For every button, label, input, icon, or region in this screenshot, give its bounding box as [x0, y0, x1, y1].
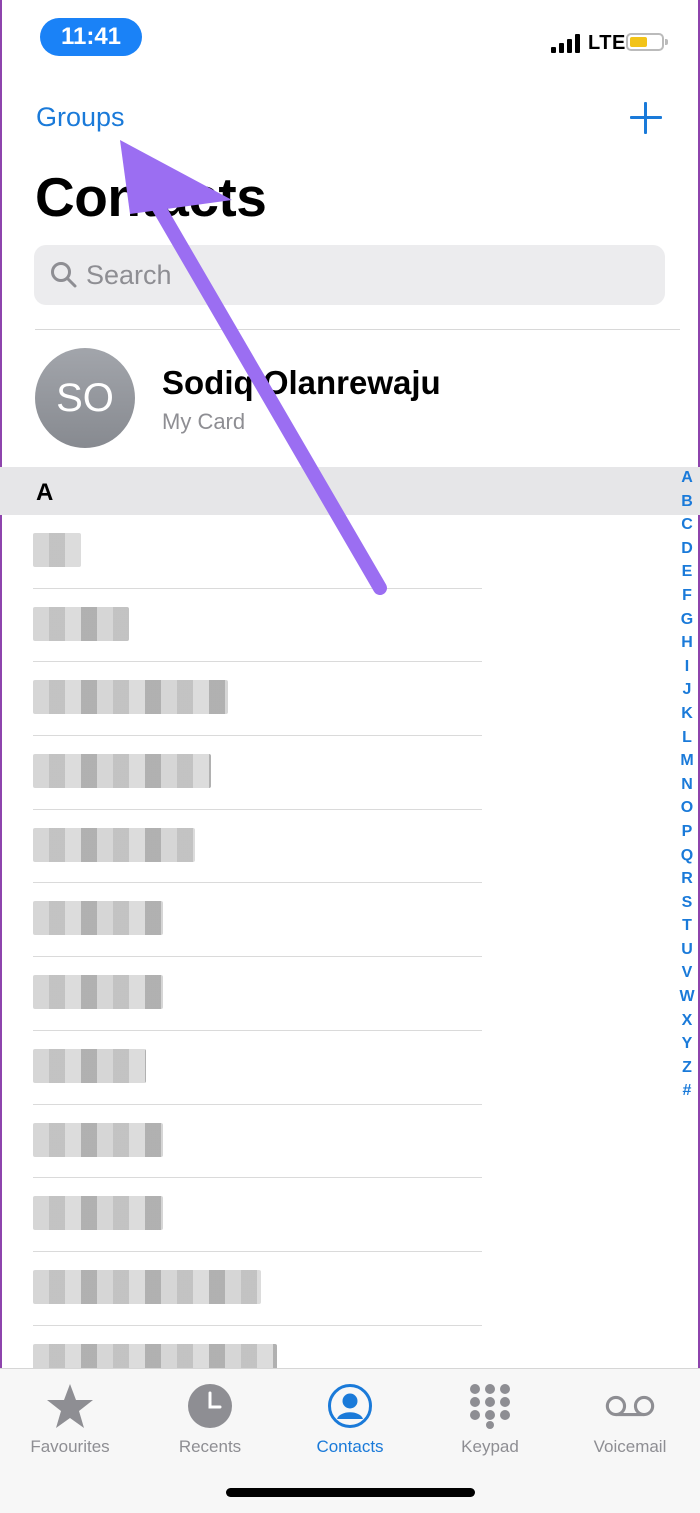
index-letter[interactable]: I: [685, 655, 689, 679]
tab-label: Recents: [178, 1437, 242, 1456]
index-letter[interactable]: S: [682, 891, 693, 915]
index-letter[interactable]: P: [682, 820, 693, 844]
blurred-contact-name: [33, 1269, 261, 1304]
index-letter[interactable]: B: [681, 490, 693, 514]
contact-list: [0, 515, 700, 1400]
tab-label: Keypad: [461, 1437, 519, 1456]
clock-icon: [185, 1381, 235, 1431]
voicemail-icon: [605, 1381, 655, 1431]
network-label: LTE: [588, 32, 626, 54]
index-letter[interactable]: U: [681, 938, 693, 962]
blurred-contact-name: [33, 533, 81, 567]
index-letter[interactable]: N: [681, 773, 693, 797]
tab-label: Contacts: [316, 1437, 384, 1456]
tab-recents[interactable]: Recents: [140, 1375, 280, 1465]
blurred-contact-name: [33, 680, 228, 715]
index-letter[interactable]: Y: [682, 1032, 693, 1056]
contact-row[interactable]: [0, 1252, 700, 1326]
search-bar[interactable]: [34, 245, 665, 305]
tab-contacts[interactable]: Contacts: [280, 1375, 420, 1465]
tab-favourites[interactable]: Favourites: [0, 1375, 140, 1465]
plus-icon[interactable]: [628, 100, 664, 136]
index-letter[interactable]: K: [681, 702, 693, 726]
index-letter[interactable]: L: [682, 726, 692, 750]
blurred-contact-name: [33, 754, 211, 789]
alphabet-index[interactable]: A B C D E F G H I J K L M N O P Q R S T U V W X Y Z #: [677, 466, 697, 1103]
index-letter[interactable]: W: [679, 985, 694, 1009]
index-letter[interactable]: Z: [682, 1056, 692, 1080]
keypad-icon: [465, 1381, 515, 1431]
contact-row[interactable]: [0, 1178, 700, 1252]
section-letter: A: [36, 479, 54, 506]
home-indicator[interactable]: [226, 1488, 475, 1497]
status-time[interactable]: 11:41: [40, 18, 142, 56]
divider: [35, 329, 680, 330]
tab-label: Favourites: [30, 1437, 110, 1456]
index-letter[interactable]: D: [681, 537, 693, 561]
avatar: SO: [35, 348, 135, 448]
contact-row[interactable]: [0, 515, 700, 589]
tab-voicemail[interactable]: Voicemail: [560, 1375, 700, 1465]
contact-row[interactable]: [0, 810, 700, 884]
index-letter[interactable]: F: [682, 584, 692, 608]
index-letter[interactable]: C: [681, 513, 693, 537]
my-card-name: Sodiq Olanrewaju: [162, 364, 441, 401]
index-letter[interactable]: G: [681, 608, 693, 632]
groups-button[interactable]: Groups: [36, 102, 125, 133]
index-letter[interactable]: M: [680, 749, 693, 773]
index-letter[interactable]: #: [683, 1079, 692, 1103]
contact-row[interactable]: [0, 662, 700, 737]
search-input[interactable]: [86, 245, 646, 305]
index-letter[interactable]: Q: [681, 844, 693, 868]
search-icon: [51, 262, 77, 288]
contact-row[interactable]: [0, 589, 700, 663]
tab-label: Voicemail: [593, 1437, 667, 1456]
blurred-contact-name: [33, 901, 163, 936]
index-letter[interactable]: H: [681, 631, 693, 655]
index-letter[interactable]: O: [681, 796, 693, 820]
index-letter[interactable]: X: [682, 1009, 693, 1033]
person-icon: [325, 1381, 375, 1431]
battery-icon: [626, 33, 668, 51]
index-letter[interactable]: E: [682, 560, 693, 584]
index-letter[interactable]: J: [683, 678, 692, 702]
star-icon: [45, 1381, 95, 1431]
signal-icon: [551, 33, 580, 53]
my-card[interactable]: SO Sodiq Olanrewaju My Card: [0, 340, 680, 460]
index-letter[interactable]: V: [682, 961, 693, 985]
contact-row[interactable]: [0, 957, 700, 1031]
contact-row[interactable]: [0, 1105, 700, 1179]
tab-keypad[interactable]: Keypad: [420, 1375, 560, 1465]
index-letter[interactable]: T: [682, 914, 692, 938]
index-letter[interactable]: R: [681, 867, 693, 891]
contact-row[interactable]: [0, 1031, 700, 1105]
blurred-contact-name: [33, 1122, 163, 1157]
contact-row[interactable]: [0, 883, 700, 958]
page-title: Contacts: [35, 166, 267, 228]
contact-row[interactable]: [0, 736, 700, 810]
blurred-contact-name: [33, 827, 195, 862]
blurred-contact-name: [33, 1196, 163, 1231]
section-header-a: A: [0, 467, 700, 515]
blurred-contact-name: [33, 975, 163, 1010]
blurred-contact-name: [33, 606, 129, 641]
index-letter[interactable]: A: [681, 466, 693, 490]
my-card-subtitle: My Card: [162, 409, 246, 434]
blurred-contact-name: [33, 1048, 146, 1083]
